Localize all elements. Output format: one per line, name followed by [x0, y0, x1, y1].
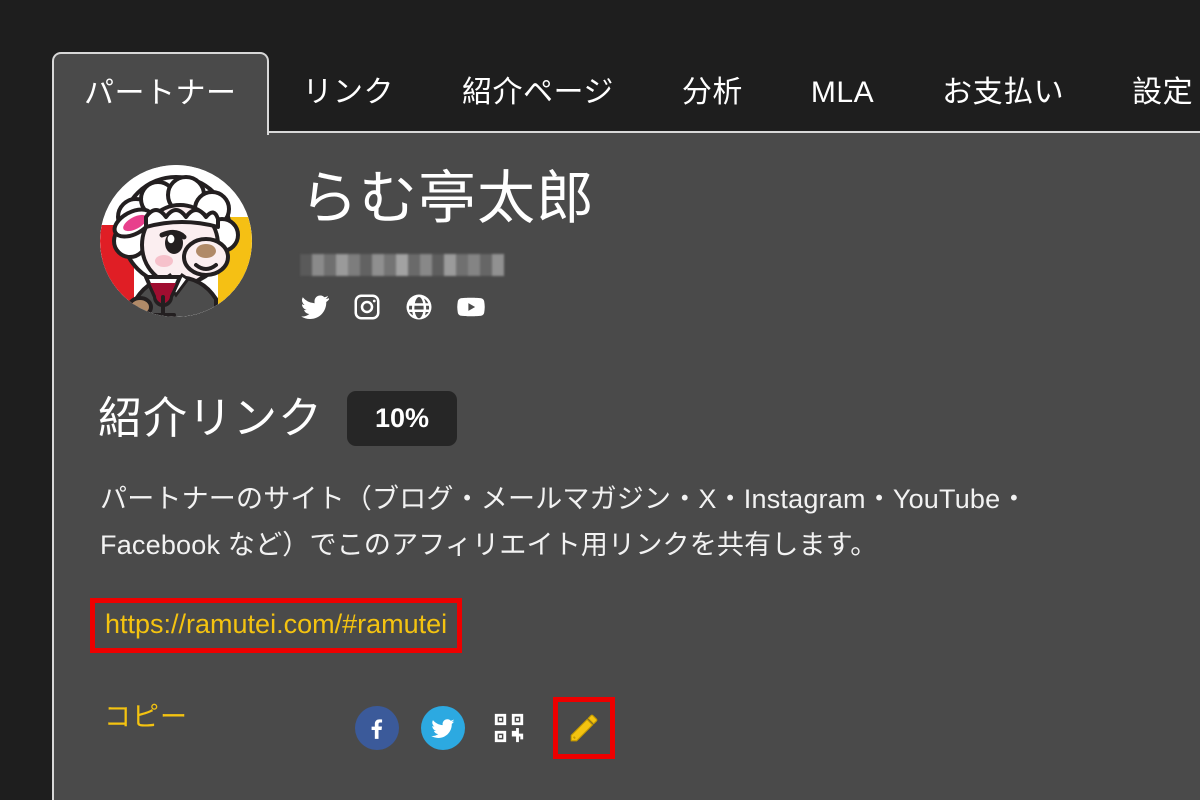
referral-section-header: 紹介リンク 10% — [98, 391, 458, 446]
tab-payments-label: お支払い — [942, 75, 1065, 109]
profile-name: らむ亭太郎 — [300, 166, 596, 231]
twitter-share-button[interactable] — [421, 706, 465, 750]
commission-rate-badge: 10% — [347, 391, 458, 446]
tab-settings-label: 設定 — [1132, 75, 1194, 109]
qr-code-button[interactable] — [487, 706, 531, 750]
tab-links[interactable]: リンク — [269, 52, 429, 133]
facebook-share-button[interactable] — [355, 706, 399, 750]
edit-link-button[interactable] — [553, 697, 615, 759]
facebook-icon — [371, 719, 383, 739]
referral-url-highlight: https://ramutei.com/#ramutei — [90, 598, 463, 654]
copy-link-button[interactable]: コピー — [104, 704, 188, 731]
tab-mla-label: MLA — [810, 75, 875, 109]
avatar[interactable] — [100, 165, 252, 317]
tab-settings[interactable]: 設定 — [1098, 52, 1200, 133]
referral-title: 紹介リンク — [98, 393, 323, 443]
tab-list: パートナー リンク 紹介ページ 分析 MLA お支払い 設定 — [52, 52, 1200, 135]
tab-links-label: リンク — [302, 75, 394, 109]
tab-partner[interactable]: パートナー — [52, 52, 269, 135]
social-links — [300, 292, 595, 322]
tab-payments[interactable]: お支払い — [908, 52, 1098, 133]
twitter-icon[interactable] — [300, 292, 330, 322]
profile-block: らむ亭太郎 — [100, 165, 595, 322]
referral-actions: コピー — [100, 688, 680, 768]
referral-url[interactable]: https://ramutei.com/#ramutei — [105, 609, 447, 639]
partner-panel: らむ亭太郎 紹介リンク 10% パートナーのサイト（ブログ・メールマガジン・X・… — [52, 133, 1200, 800]
tab-analytics-label: 分析 — [681, 75, 743, 109]
tab-mla[interactable]: MLA — [777, 52, 908, 133]
tab-referral-page[interactable]: 紹介ページ — [428, 52, 648, 133]
app-root: パートナー リンク 紹介ページ 分析 MLA お支払い 設定 らむ亭太郎 紹介リ… — [0, 0, 1200, 800]
tab-referral-page-label: 紹介ページ — [462, 75, 614, 109]
tab-analytics[interactable]: 分析 — [648, 52, 777, 133]
share-buttons — [355, 688, 615, 768]
tab-bar: パートナー リンク 紹介ページ 分析 MLA お支払い 設定 — [0, 0, 1200, 135]
qr-code-icon — [494, 713, 524, 743]
referral-description: パートナーのサイト（ブログ・メールマガジン・X・Instagram・YouTub… — [100, 484, 1028, 561]
twitter-icon — [431, 719, 455, 738]
tab-partner-label: パートナー — [84, 76, 237, 110]
instagram-icon[interactable] — [352, 292, 382, 322]
redacted-email — [300, 253, 504, 276]
youtube-icon[interactable] — [456, 292, 486, 322]
profile-details: らむ亭太郎 — [300, 165, 595, 322]
website-icon[interactable] — [404, 292, 434, 322]
pencil-icon — [570, 714, 598, 742]
sheep-avatar-image — [100, 165, 252, 317]
